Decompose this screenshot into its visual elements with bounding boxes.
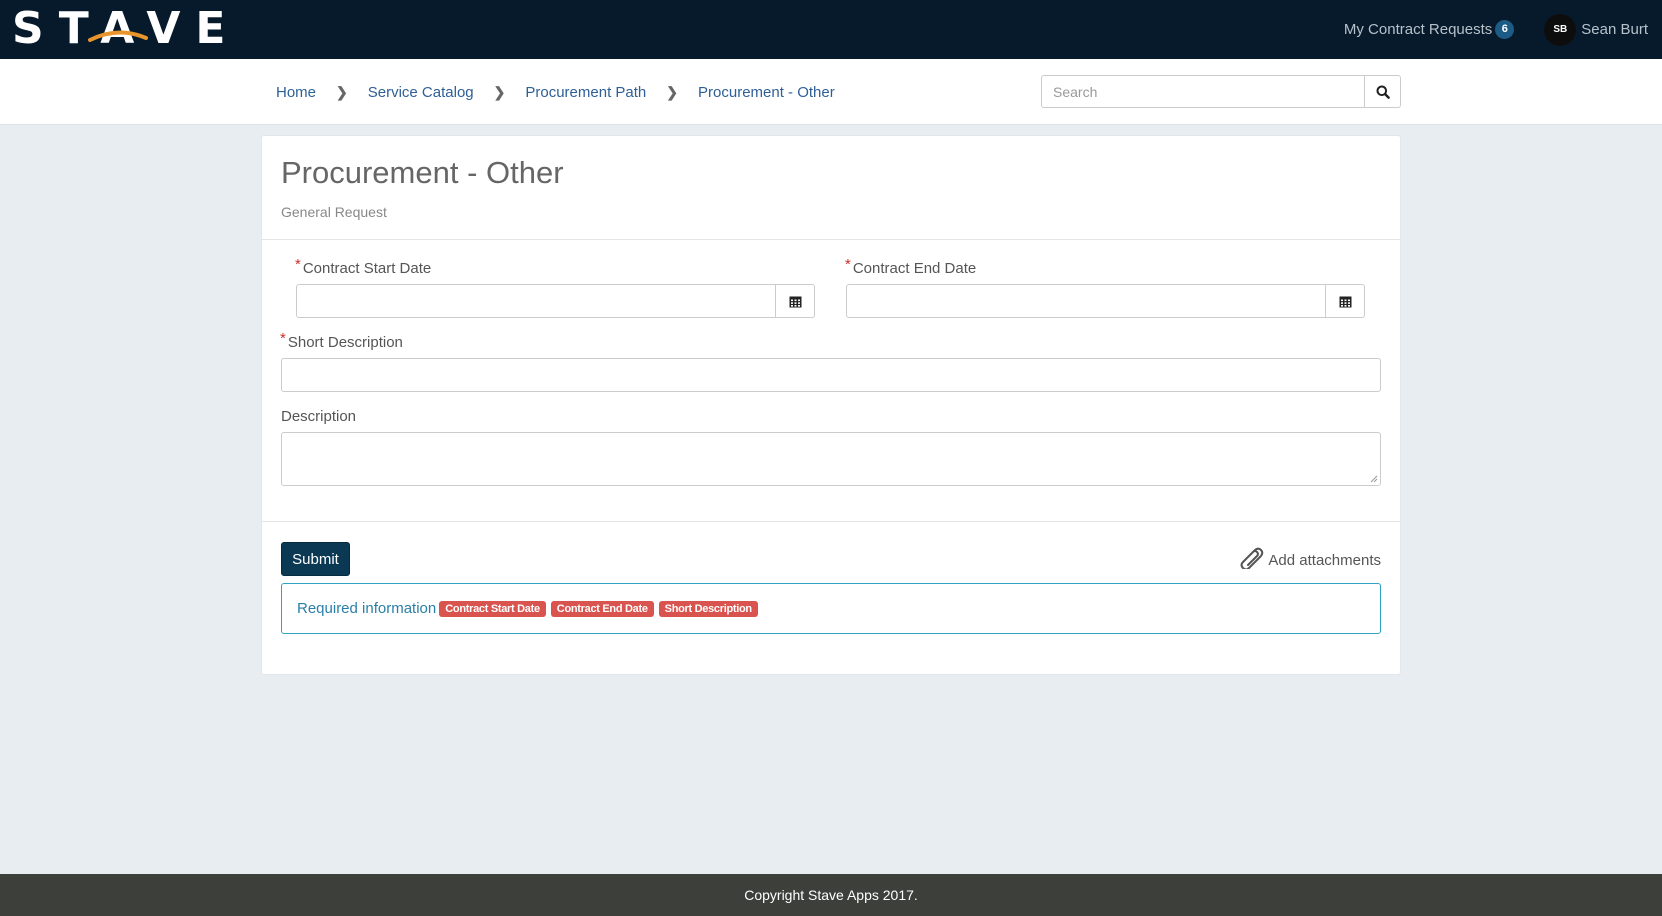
submit-button[interactable]: Submit — [281, 542, 350, 576]
my-contract-requests-label: My Contract Requests — [1343, 21, 1493, 38]
chevron-right-icon: ❯ — [336, 83, 348, 100]
resize-handle-icon[interactable] — [1370, 475, 1378, 483]
contract-end-calendar-button[interactable] — [1326, 284, 1365, 318]
search-button[interactable] — [1364, 75, 1401, 108]
stave-logo[interactable]: STAVE — [12, 7, 240, 51]
form-divider — [262, 521, 1400, 522]
footer: Copyright Stave Apps 2017. — [0, 874, 1662, 916]
required-marker: * — [845, 256, 851, 273]
short-description-input[interactable] — [281, 358, 1381, 392]
footer-copyright: Copyright Stave Apps 2017. — [744, 887, 918, 903]
description-label: Description — [281, 408, 357, 425]
search-input[interactable] — [1041, 75, 1364, 108]
my-contract-requests-link[interactable]: My Contract Requests 6 — [1343, 20, 1515, 39]
search-bar — [1041, 75, 1401, 108]
breadcrumb-procurement-other[interactable]: Procurement - Other — [698, 84, 835, 101]
contract-start-label: * Contract Start Date — [295, 256, 432, 277]
user-menu[interactable]: SB Sean Burt — [1544, 13, 1648, 46]
required-tag-short-description[interactable]: Short Description — [658, 600, 758, 617]
contract-end-label: * Contract End Date — [845, 256, 977, 277]
contract-end-input[interactable] — [846, 284, 1326, 318]
contract-start-group — [296, 284, 815, 318]
paperclip-icon — [1240, 547, 1264, 569]
search-icon — [1376, 85, 1390, 99]
request-form-card: Procurement - Other General Request * Con… — [261, 135, 1401, 675]
add-attachments-link[interactable]: Add attachments — [1239, 545, 1381, 569]
required-information-alert: Required information Contract Start Date… — [281, 583, 1381, 634]
page-title: Procurement - Other — [281, 155, 564, 190]
required-marker: * — [295, 256, 301, 273]
calendar-icon — [789, 296, 801, 307]
add-attachments-label: Add attachments — [1268, 552, 1381, 569]
breadcrumb-home[interactable]: Home — [276, 84, 316, 101]
form-header: Procurement - Other General Request — [262, 136, 1400, 240]
required-tag-contract-start[interactable]: Contract Start Date — [439, 600, 546, 617]
breadcrumb: Home ❯ Service Catalog ❯ Procurement Pat… — [276, 59, 835, 125]
breadcrumb-service-catalog[interactable]: Service Catalog — [368, 84, 474, 101]
contract-start-input[interactable] — [296, 284, 776, 318]
chevron-right-icon: ❯ — [666, 83, 679, 100]
contract-start-calendar-button[interactable] — [776, 284, 815, 318]
required-marker: * — [280, 330, 286, 347]
required-tag-contract-end[interactable]: Contract End Date — [550, 600, 654, 617]
contract-end-group — [846, 284, 1365, 318]
breadcrumb-procurement-path[interactable]: Procurement Path — [525, 84, 646, 101]
breadcrumb-bar: Home ❯ Service Catalog ❯ Procurement Pat… — [0, 59, 1662, 125]
page-subtitle: General Request — [281, 204, 387, 220]
calendar-icon — [1339, 296, 1351, 307]
required-information-label: Required information — [297, 600, 437, 617]
avatar: SB — [1544, 13, 1577, 46]
short-description-label: * Short Description — [280, 330, 403, 351]
logo-swoosh-icon — [88, 30, 148, 42]
description-textarea[interactable] — [281, 432, 1381, 486]
top-navbar: STAVE My Contract Requests 6 SB Sean Bur… — [0, 0, 1662, 59]
user-name: Sean Burt — [1581, 21, 1648, 38]
chevron-right-icon: ❯ — [493, 83, 506, 100]
requests-count-badge: 6 — [1495, 20, 1515, 39]
